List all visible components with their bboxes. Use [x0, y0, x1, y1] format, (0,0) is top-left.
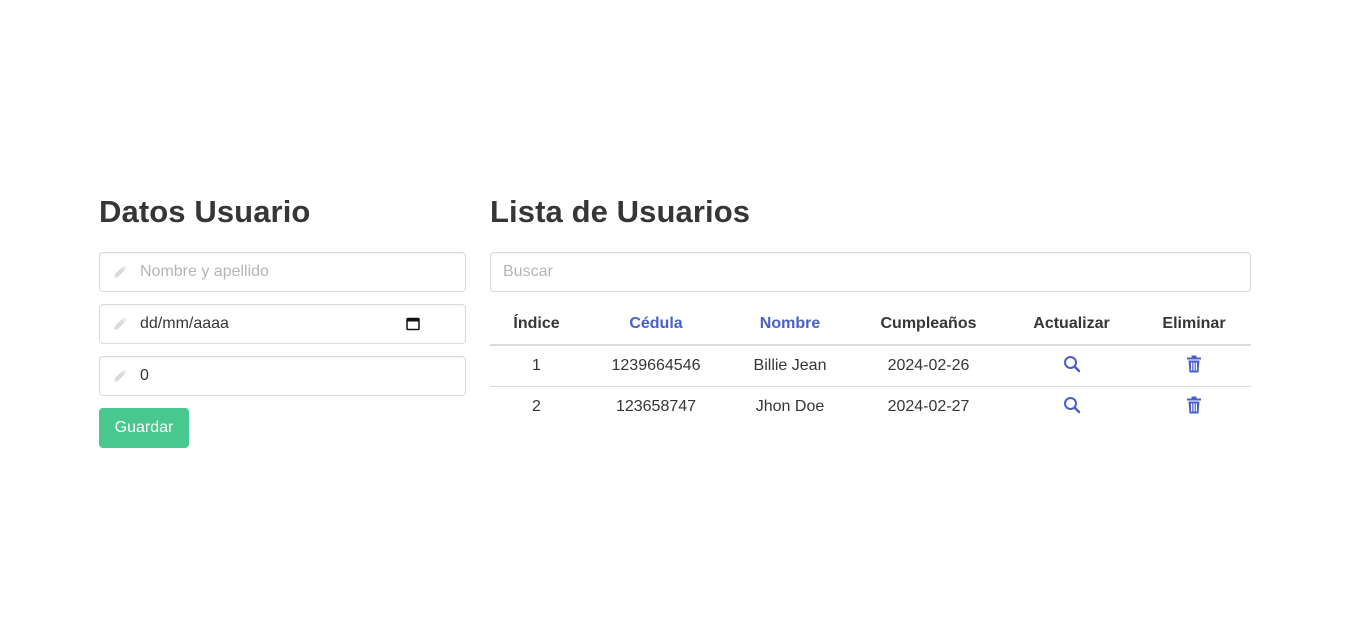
table-row: 2 123658747 Jhon Doe 2024-02-27	[490, 387, 1251, 428]
search-icon[interactable]	[1063, 355, 1081, 378]
name-placeholder: Nombre y apellido	[140, 263, 269, 280]
table-row: 1 1239664546 Billie Jean 2024-02-26	[490, 345, 1251, 387]
user-form: Datos Usuario Nombre y apellido dd/mm/aa…	[99, 192, 466, 448]
table-header-row: Índice Cédula Nombre Cumpleaños Actualiz…	[490, 304, 1251, 346]
users-table: Índice Cédula Nombre Cumpleaños Actualiz…	[490, 304, 1251, 427]
cell-cumpleanos: 2024-02-27	[887, 398, 970, 415]
name-field[interactable]: Nombre y apellido	[99, 252, 466, 292]
cell-eliminar	[1137, 345, 1251, 387]
list-title: Lista de Usuarios	[490, 194, 751, 229]
cell-nombre: Billie Jean	[729, 345, 851, 387]
column-header-nombre[interactable]: Nombre	[729, 304, 851, 346]
cell-index: 2	[532, 398, 541, 415]
cell-cumpleanos: 2024-02-26	[851, 345, 1006, 387]
number-value: 0	[140, 367, 149, 384]
cell-nombre: Jhon Doe	[755, 398, 825, 415]
cell-actualizar	[1006, 345, 1137, 387]
pencil-icon	[100, 253, 140, 291]
user-list: Lista de Usuarios Buscar Índice Cédula N…	[490, 192, 1251, 427]
column-header-cumpleanos: Cumpleaños	[851, 304, 1006, 346]
date-value: dd/mm/aaaa	[140, 315, 229, 332]
search-input[interactable]: Buscar	[490, 252, 1251, 292]
cell-cedula: 1239664546	[583, 345, 729, 387]
cell-index: 1	[490, 345, 583, 387]
trash-icon[interactable]	[1186, 355, 1202, 378]
column-header-eliminar: Eliminar	[1137, 304, 1251, 346]
cell-actualizar	[1006, 387, 1137, 428]
pencil-icon	[100, 357, 140, 395]
trash-icon[interactable]	[1186, 396, 1202, 419]
form-title: Datos Usuario	[99, 194, 311, 229]
save-button[interactable]: Guardar	[99, 408, 189, 448]
column-header-cedula[interactable]: Cédula	[583, 304, 729, 346]
search-icon[interactable]	[1063, 396, 1081, 419]
number-field[interactable]: 0	[99, 356, 466, 396]
cell-cedula: 123658747	[615, 398, 697, 415]
cell-eliminar	[1137, 387, 1251, 428]
pencil-icon	[100, 305, 140, 343]
birthday-field[interactable]: dd/mm/aaaa	[99, 304, 466, 344]
search-placeholder: Buscar	[503, 263, 553, 280]
column-header-actualizar: Actualizar	[1006, 304, 1137, 346]
column-header-index: Índice	[490, 304, 583, 346]
calendar-icon[interactable]	[405, 316, 421, 332]
